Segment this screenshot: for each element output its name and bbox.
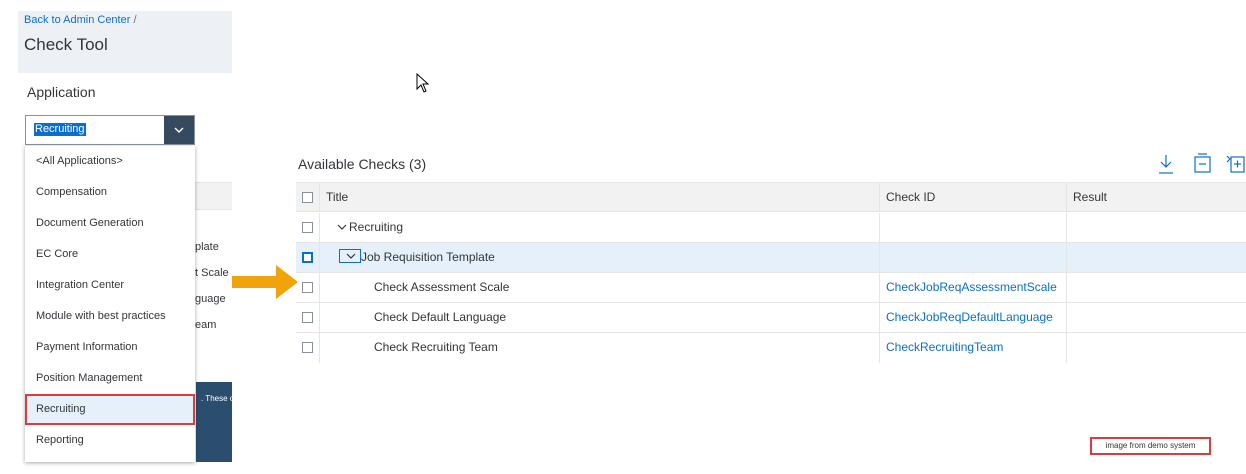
row-checkbox[interactable] bbox=[302, 342, 313, 353]
check-id-link[interactable]: CheckJobReqAssessmentScale bbox=[886, 273, 1057, 302]
table-row[interactable]: Check Assessment Scale CheckJobReqAssess… bbox=[296, 273, 1246, 303]
application-dropdown-list: <All Applications> Compensation Document… bbox=[25, 146, 195, 462]
option-recruiting[interactable]: Recruiting bbox=[25, 394, 195, 425]
option-payment-information[interactable]: Payment Information bbox=[25, 332, 195, 363]
chevron-down-icon bbox=[337, 224, 347, 230]
column-header-title[interactable]: Title bbox=[326, 183, 348, 211]
select-all-checkbox[interactable] bbox=[302, 192, 313, 203]
table-row[interactable]: Check Recruiting Team CheckRecruitingTea… bbox=[296, 333, 1246, 363]
breadcrumb-separator: / bbox=[133, 14, 137, 26]
row-checkbox[interactable] bbox=[302, 252, 313, 263]
available-checks-title: Available Checks (3) bbox=[298, 156, 427, 172]
column-header-result[interactable]: Result bbox=[1073, 183, 1107, 211]
background-text: plate bbox=[195, 241, 219, 253]
background-text: . These or bbox=[201, 394, 237, 403]
back-to-admin-center-link[interactable]: Back to Admin Center bbox=[24, 14, 130, 26]
page-title: Check Tool bbox=[24, 35, 108, 54]
background-table bbox=[195, 182, 232, 341]
table-row[interactable]: Check Default Language CheckJobReqDefaul… bbox=[296, 303, 1246, 333]
application-select-value[interactable]: Recruiting bbox=[34, 123, 86, 136]
expand-all-icon[interactable] bbox=[1226, 153, 1246, 175]
row-checkbox[interactable] bbox=[302, 312, 313, 323]
arrow-right-icon bbox=[232, 265, 298, 299]
option-compensation[interactable]: Compensation bbox=[25, 177, 195, 208]
option-document-generation[interactable]: Document Generation bbox=[25, 208, 195, 239]
dropdown-toggle-button[interactable] bbox=[164, 116, 194, 144]
breadcrumb: Back to Admin Center / bbox=[24, 14, 137, 26]
row-title: Job Requisition Template bbox=[361, 250, 495, 264]
background-text: eam bbox=[195, 319, 217, 331]
option-ec-core[interactable]: EC Core bbox=[25, 239, 195, 270]
table-header-row: Title Check ID Result bbox=[296, 182, 1246, 212]
option-module-with-best-practices[interactable]: Module with best practices bbox=[25, 301, 195, 332]
download-icon[interactable] bbox=[1158, 153, 1174, 175]
row-title: Check Recruiting Team bbox=[374, 340, 498, 354]
column-header-check-id[interactable]: Check ID bbox=[886, 183, 935, 211]
watermark-badge: image from demo system bbox=[1090, 437, 1211, 455]
application-select[interactable]: Recruiting bbox=[25, 115, 195, 145]
option-reporting[interactable]: Reporting bbox=[25, 425, 195, 456]
chevron-down-icon bbox=[174, 127, 184, 133]
table-row[interactable]: Recruiting bbox=[296, 213, 1246, 243]
row-title: Check Default Language bbox=[374, 310, 507, 324]
collapse-all-icon[interactable] bbox=[1193, 153, 1213, 175]
background-text: guage bbox=[195, 293, 226, 305]
row-checkbox[interactable] bbox=[302, 282, 313, 293]
expand-toggle[interactable] bbox=[339, 249, 361, 263]
expand-toggle[interactable] bbox=[331, 221, 347, 233]
option-all-applications[interactable]: <All Applications> bbox=[25, 146, 195, 177]
row-title: Recruiting bbox=[349, 220, 404, 234]
check-id-link[interactable]: CheckJobReqDefaultLanguage bbox=[886, 303, 1053, 332]
mouse-cursor-icon bbox=[416, 73, 430, 93]
row-title: Check Assessment Scale bbox=[374, 280, 510, 294]
chevron-down-icon bbox=[346, 253, 356, 259]
application-label: Application bbox=[27, 84, 96, 100]
row-checkbox[interactable] bbox=[302, 222, 313, 233]
table-row[interactable]: Job Requisition Template bbox=[296, 243, 1246, 273]
background-text: t Scale bbox=[195, 267, 229, 279]
option-position-management[interactable]: Position Management bbox=[25, 363, 195, 394]
option-integration-center[interactable]: Integration Center bbox=[25, 270, 195, 301]
check-id-link[interactable]: CheckRecruitingTeam bbox=[886, 333, 1003, 363]
